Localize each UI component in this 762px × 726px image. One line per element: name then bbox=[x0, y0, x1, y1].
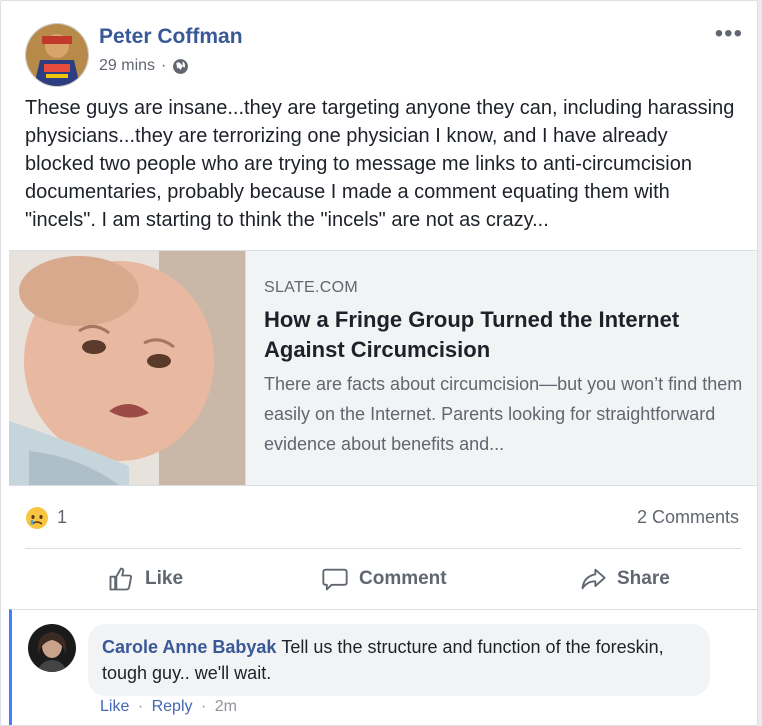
link-thumbnail[interactable] bbox=[9, 251, 246, 485]
post-time[interactable]: 29 mins bbox=[99, 57, 155, 75]
post-text: These guys are insane...they are targeti… bbox=[25, 97, 735, 231]
divider bbox=[25, 548, 741, 549]
globe-icon[interactable] bbox=[172, 58, 189, 75]
post-meta: 29 mins · bbox=[99, 57, 189, 75]
link-description: There are facts about circumcision—but y… bbox=[264, 374, 743, 454]
comment-label: Comment bbox=[359, 568, 447, 589]
author-name[interactable]: Peter Coffman bbox=[99, 25, 243, 49]
link-source: SLATE.COM bbox=[264, 279, 358, 296]
comment-icon bbox=[322, 568, 348, 591]
meta-separator: · bbox=[161, 57, 167, 74]
thumbs-up-icon bbox=[109, 567, 132, 591]
share-icon bbox=[581, 568, 606, 590]
sad-face-icon[interactable] bbox=[25, 506, 49, 530]
link-preview[interactable]: SLATE.COM How a Fringe Group Turned the … bbox=[9, 250, 757, 486]
comment-action-separator: · bbox=[137, 698, 144, 715]
comment-action-separator: · bbox=[200, 698, 207, 715]
commenter-avatar[interactable] bbox=[28, 624, 76, 672]
comment-reply-link[interactable]: Reply bbox=[152, 698, 193, 715]
reaction-count[interactable]: 1 bbox=[57, 507, 67, 528]
comment-time[interactable]: 2m bbox=[215, 698, 237, 715]
comment-button[interactable]: Comment bbox=[321, 563, 447, 595]
ellipsis-icon[interactable]: ••• bbox=[715, 22, 743, 46]
comment-like-link[interactable]: Like bbox=[100, 698, 129, 715]
like-label: Like bbox=[145, 568, 184, 589]
share-button[interactable]: Share bbox=[579, 563, 670, 595]
comment-count[interactable]: 2 Comments bbox=[637, 507, 739, 528]
link-title[interactable]: How a Fringe Group Turned the Internet A… bbox=[264, 305, 734, 365]
post-card: Peter Coffman 29 mins · ••• These guys a… bbox=[0, 0, 758, 726]
commenter-name[interactable]: Carole Anne Babyak bbox=[102, 637, 276, 657]
like-button[interactable]: Like bbox=[107, 563, 183, 595]
comment-bubble: Carole Anne Babyak Tell us the structure … bbox=[88, 624, 710, 696]
comment-actions: Like · Reply · 2m bbox=[100, 698, 237, 716]
comments-section: Carole Anne Babyak Tell us the structure … bbox=[9, 609, 757, 725]
author-avatar[interactable] bbox=[25, 23, 89, 87]
share-label: Share bbox=[617, 568, 670, 589]
